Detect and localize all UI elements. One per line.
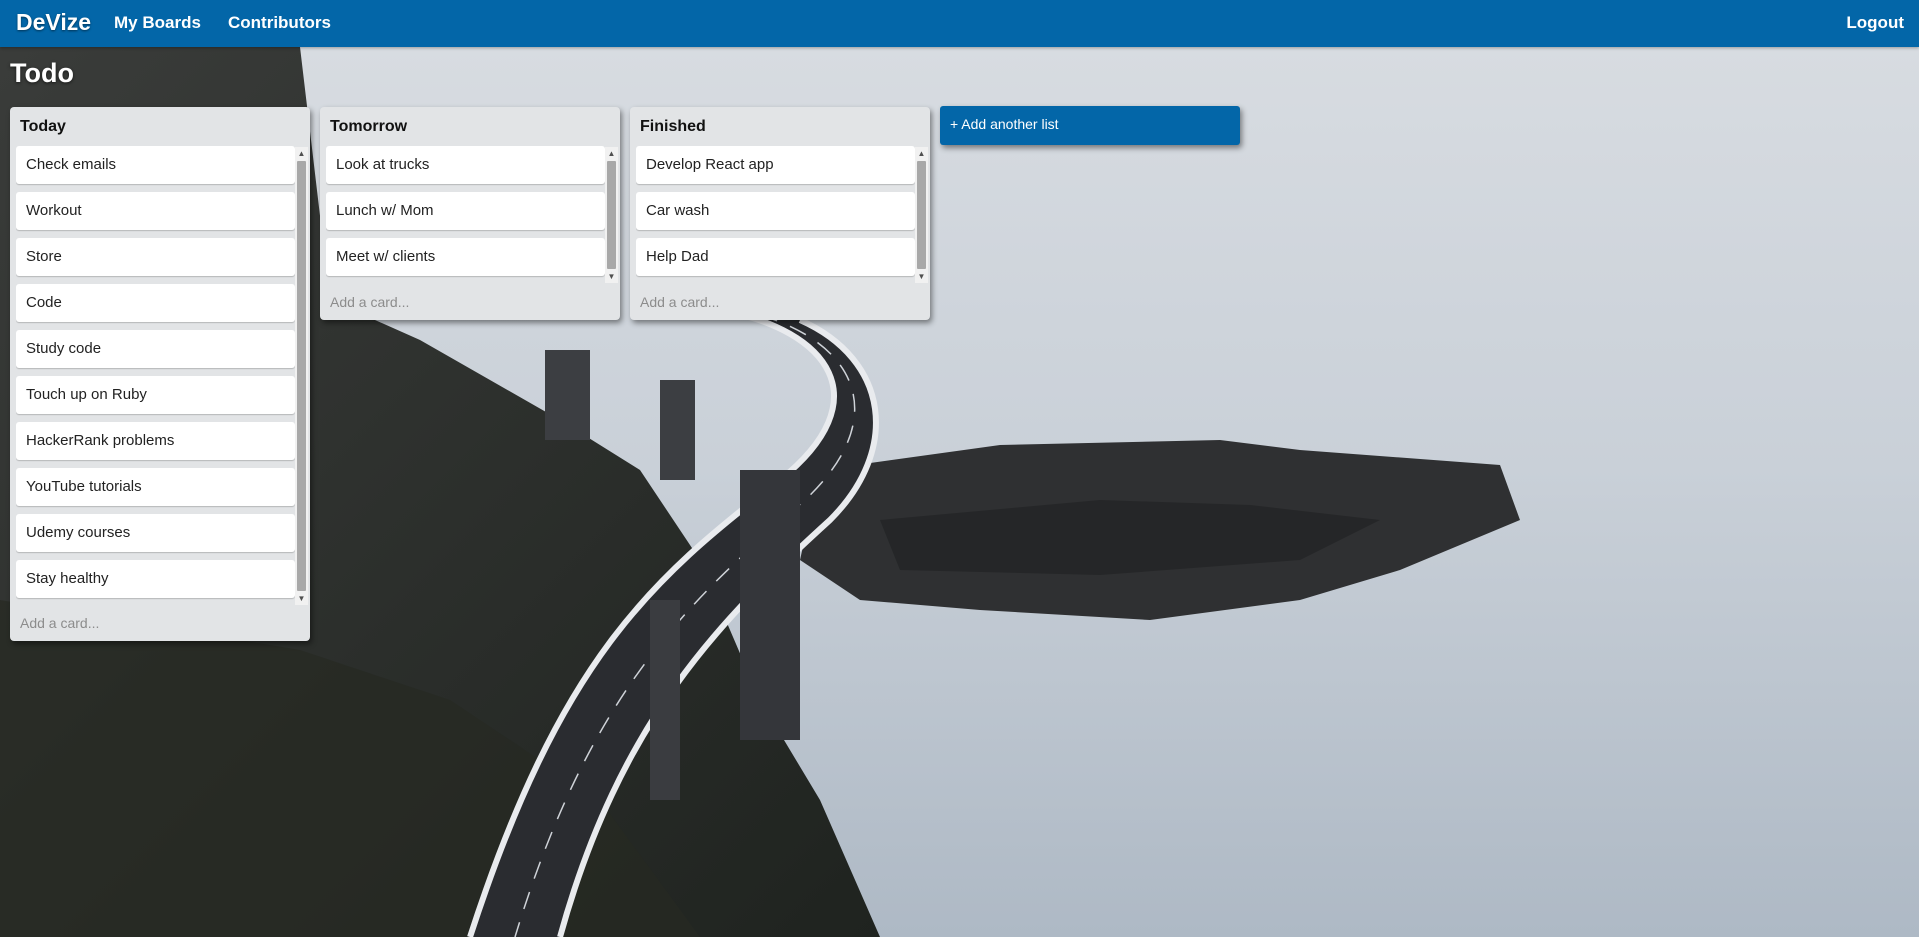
top-navbar: DeVize My Boards Contributors Logout	[0, 0, 1919, 47]
logout-link[interactable]: Logout	[1846, 13, 1904, 33]
card[interactable]: Check emails	[16, 146, 295, 184]
nav-my-boards-link[interactable]: My Boards	[114, 13, 201, 33]
vertical-scrollbar[interactable]: ▲ ▼	[605, 147, 618, 283]
scroll-down-icon[interactable]: ▼	[605, 270, 618, 283]
list-title: Finished	[640, 118, 706, 135]
scroll-up-icon[interactable]: ▲	[915, 147, 928, 160]
card[interactable]: Stay healthy	[16, 560, 295, 598]
card[interactable]: Store	[16, 238, 295, 276]
brand-logo-link[interactable]: DeVize	[16, 9, 91, 36]
add-card-button[interactable]: Add a card...	[640, 294, 719, 310]
add-list-button[interactable]: + Add another list	[940, 106, 1240, 145]
card-list: Develop React app Car wash Help Dad	[636, 146, 918, 284]
card[interactable]: Look at trucks	[326, 146, 605, 184]
scrollbar-thumb[interactable]	[297, 161, 306, 591]
list-title: Tomorrow	[330, 118, 408, 135]
card[interactable]: Code	[16, 284, 295, 322]
card[interactable]: Study code	[16, 330, 295, 368]
card[interactable]: Car wash	[636, 192, 915, 230]
card[interactable]: Touch up on Ruby	[16, 376, 295, 414]
add-card-button[interactable]: Add a card...	[330, 294, 409, 310]
list-today: Today Check emails Workout Store Code St…	[10, 107, 310, 641]
card[interactable]: Meet w/ clients	[326, 238, 605, 276]
scroll-down-icon[interactable]: ▼	[915, 270, 928, 283]
card[interactable]: YouTube tutorials	[16, 468, 295, 506]
board-title: Todo	[10, 58, 74, 88]
card[interactable]: Help Dad	[636, 238, 915, 276]
vertical-scrollbar[interactable]: ▲ ▼	[295, 147, 308, 605]
scroll-up-icon[interactable]: ▲	[295, 147, 308, 160]
scrollbar-thumb[interactable]	[917, 161, 926, 269]
card[interactable]: Lunch w/ Mom	[326, 192, 605, 230]
list-tomorrow: Tomorrow Look at trucks Lunch w/ Mom Mee…	[320, 107, 620, 320]
list-title: Today	[20, 118, 66, 135]
card-list: Check emails Workout Store Code Study co…	[16, 146, 298, 606]
card[interactable]: Udemy courses	[16, 514, 295, 552]
card[interactable]: Workout	[16, 192, 295, 230]
scrollbar-thumb[interactable]	[607, 161, 616, 269]
scroll-down-icon[interactable]: ▼	[295, 592, 308, 605]
list-finished: Finished Develop React app Car wash Help…	[630, 107, 930, 320]
card-list: Look at trucks Lunch w/ Mom Meet w/ clie…	[326, 146, 608, 284]
card[interactable]: Develop React app	[636, 146, 915, 184]
add-card-button[interactable]: Add a card...	[20, 615, 99, 631]
card[interactable]: HackerRank problems	[16, 422, 295, 460]
vertical-scrollbar[interactable]: ▲ ▼	[915, 147, 928, 283]
nav-contributors-link[interactable]: Contributors	[228, 13, 331, 33]
scroll-up-icon[interactable]: ▲	[605, 147, 618, 160]
